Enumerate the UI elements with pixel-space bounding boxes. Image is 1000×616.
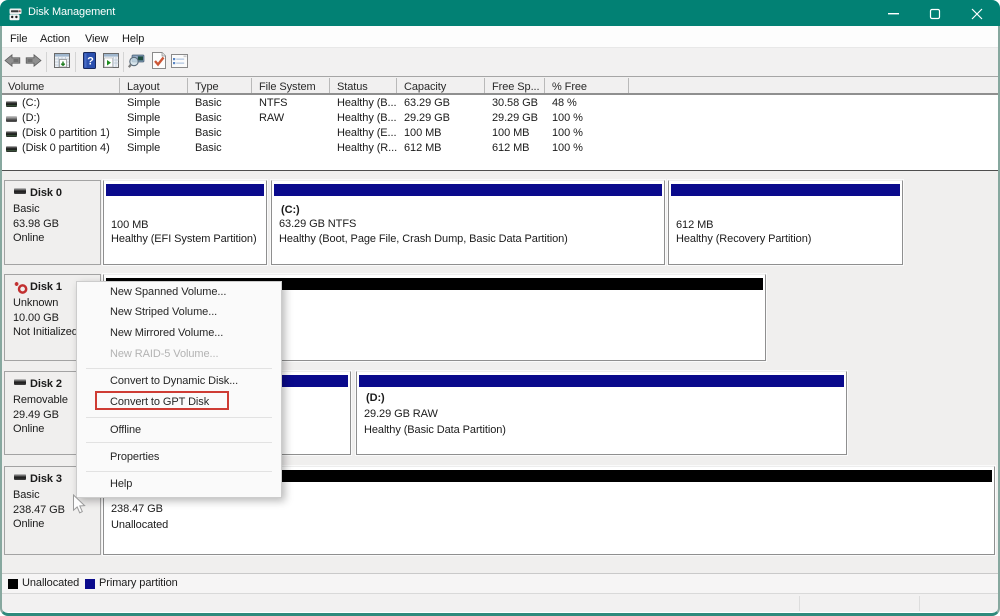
svg-text:?: ? [87,56,94,68]
